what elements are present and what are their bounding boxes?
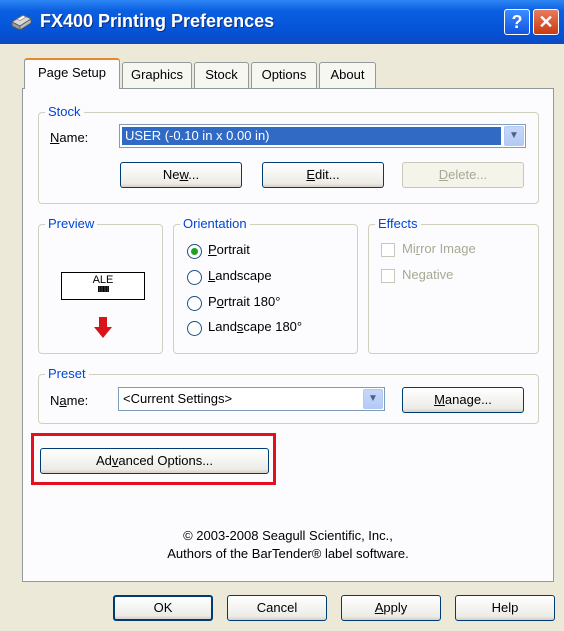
mirror-image-checkbox[interactable] bbox=[381, 243, 395, 257]
stock-name-label: Name: bbox=[50, 130, 89, 145]
tab-about[interactable]: About bbox=[319, 62, 376, 88]
landscape-radio[interactable] bbox=[187, 270, 202, 285]
manage-preset-button[interactable]: Manage... bbox=[402, 387, 524, 413]
landscape-180-radio[interactable] bbox=[187, 321, 202, 336]
title-bar[interactable]: FX400 Printing Preferences ? ✕ bbox=[0, 0, 564, 44]
feed-direction-arrow-icon bbox=[94, 317, 112, 338]
portrait-label[interactable]: Portrait bbox=[208, 242, 250, 257]
landscape-180-label[interactable]: Landscape 180° bbox=[208, 319, 302, 334]
ok-button[interactable]: OK bbox=[113, 595, 213, 621]
copyright-line-1: © 2003-2008 Seagull Scientific, Inc., bbox=[183, 528, 393, 543]
highlight-box bbox=[31, 433, 276, 485]
preview-group-label: Preview bbox=[45, 216, 98, 231]
window-title: FX400 Printing Preferences bbox=[40, 11, 275, 31]
negative-checkbox[interactable] bbox=[381, 269, 395, 283]
landscape-label[interactable]: Landscape bbox=[208, 268, 272, 283]
stock-name-select[interactable]: USER (-0.10 in x 0.00 in) ▼ bbox=[119, 124, 526, 148]
portrait-radio[interactable] bbox=[187, 244, 202, 259]
tab-stock[interactable]: Stock bbox=[194, 62, 249, 88]
edit-stock-button[interactable]: Edit... bbox=[262, 162, 384, 188]
tab-options[interactable]: Options bbox=[251, 62, 317, 88]
orientation-group: Orientation bbox=[173, 216, 358, 354]
stock-group-label: Stock bbox=[45, 104, 84, 119]
apply-button[interactable]: Apply bbox=[341, 595, 441, 621]
negative-label[interactable]: Negative bbox=[402, 267, 453, 282]
preset-name-label: Name: bbox=[50, 393, 89, 408]
preset-selected-value: <Current Settings> bbox=[123, 391, 233, 406]
cancel-button[interactable]: Cancel bbox=[227, 595, 327, 621]
preset-name-select[interactable]: <Current Settings> ▼ bbox=[118, 387, 385, 411]
tab-page-setup[interactable]: Page Setup bbox=[24, 58, 120, 89]
mirror-image-label[interactable]: Mirror Image bbox=[402, 241, 476, 256]
label-preview-image: ALE IIIIIIIII bbox=[61, 272, 145, 300]
portrait-180-radio[interactable] bbox=[187, 296, 202, 311]
preset-group-label: Preset bbox=[45, 366, 89, 381]
tab-graphics[interactable]: Graphics bbox=[122, 62, 192, 88]
portrait-180-label[interactable]: Portrait 180° bbox=[208, 294, 280, 309]
help-title-button[interactable]: ? bbox=[504, 9, 530, 35]
delete-stock-button[interactable]: Delete... bbox=[402, 162, 524, 188]
chevron-down-icon[interactable]: ▼ bbox=[504, 126, 524, 146]
barcode-icon: IIIIIIIII bbox=[97, 285, 109, 294]
printer-icon bbox=[11, 14, 32, 31]
new-stock-button[interactable]: New... bbox=[120, 162, 242, 188]
close-title-button[interactable]: ✕ bbox=[533, 9, 559, 35]
stock-selected-value: USER (-0.10 in x 0.00 in) bbox=[125, 128, 270, 143]
chevron-down-icon[interactable]: ▼ bbox=[363, 389, 383, 409]
orientation-group-label: Orientation bbox=[180, 216, 250, 231]
effects-group-label: Effects bbox=[375, 216, 421, 231]
printing-preferences-window: FX400 Printing Preferences ? ✕ Page Setu… bbox=[0, 0, 564, 631]
copyright-line-2: Authors of the BarTender® label software… bbox=[167, 546, 409, 561]
help-button[interactable]: Help bbox=[455, 595, 555, 621]
